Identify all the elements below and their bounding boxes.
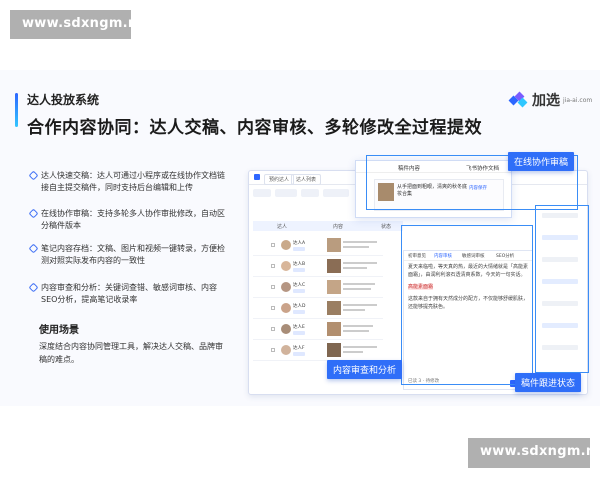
- kol-tag: [293, 247, 305, 251]
- kol-tag: [293, 331, 305, 335]
- avatar: [281, 303, 291, 313]
- highlight-frame: [535, 205, 589, 373]
- kol-name: 达人E: [293, 325, 305, 330]
- callout-content-review: 内容审查和分析: [327, 360, 403, 379]
- table-header: 达人 内容 状态: [253, 221, 403, 231]
- feature-text: 笔记内容存档：文稿、图片和视频一键转录，方便检测对照实际发布内容的一致性: [41, 244, 225, 265]
- tab-appointment[interactable]: 预约达人: [264, 174, 295, 185]
- text-line: [343, 346, 377, 348]
- post-thumbnail: [327, 238, 341, 252]
- avatar: [281, 324, 291, 334]
- feature-text: 内容审查和分析：关键词查错、敏感词审核、内容SEO分析，提高笔记收录率: [41, 283, 217, 304]
- feature-text: 在线协作审稿：支持多轮多人协作审批修改，自动区分稿件版本: [41, 209, 225, 230]
- column-header: 状态: [381, 224, 392, 230]
- tab-kol-list[interactable]: 达人列表: [291, 174, 322, 185]
- text-line: [343, 288, 371, 290]
- callout-tracking: 稿件跟进状态: [515, 373, 582, 392]
- text-line: [343, 309, 365, 311]
- row-checkbox[interactable]: [271, 348, 275, 352]
- highlight-frame: [401, 225, 533, 385]
- app-logo-icon: [254, 174, 260, 180]
- avatar: [281, 240, 291, 250]
- kol-name: 达人D: [293, 304, 306, 309]
- text-line: [343, 304, 377, 306]
- table-row[interactable]: 达人F: [253, 340, 383, 361]
- filter-chip[interactable]: [301, 189, 319, 197]
- feature-text: 达人快速交稿：达人可通过小程序或在线协作文档链接自主提交稿件，同时支持后台编辑和…: [41, 171, 225, 192]
- watermark-top: www.sdxngm.net: [10, 10, 153, 39]
- text-line: [343, 267, 367, 269]
- text-line: [343, 241, 377, 243]
- filter-chip[interactable]: [323, 189, 349, 197]
- text-line: [343, 325, 373, 327]
- kol-name: 达人C: [293, 283, 306, 288]
- avatar: [281, 282, 291, 292]
- page-title: 合作内容协同：达人交稿、内容审核、多轮修改全过程提效: [27, 118, 482, 138]
- watermark-bottom: www.sdxngm.net: [468, 438, 600, 468]
- text-line: [343, 246, 369, 248]
- table-row[interactable]: 达人E: [253, 319, 383, 340]
- feature-item: 在线协作审稿：支持多轮多人协作审批修改，自动区分稿件版本: [28, 208, 230, 232]
- kol-tag: [293, 289, 305, 293]
- row-checkbox[interactable]: [271, 243, 275, 247]
- post-thumbnail: [327, 280, 341, 294]
- table-body: 达人A 达人B 达人C 达人D 达人E 达人F: [253, 235, 383, 361]
- kol-tag: [293, 310, 305, 314]
- brand-logo-icon: [508, 91, 528, 108]
- post-thumbnail: [327, 322, 341, 336]
- filter-chip[interactable]: [253, 189, 271, 197]
- callout-online-review: 在线协作审稿: [508, 152, 575, 171]
- row-checkbox[interactable]: [271, 264, 275, 268]
- feature-item: 达人快速交稿：达人可通过小程序或在线协作文档链接自主提交稿件，同时支持后台编辑和…: [28, 170, 230, 194]
- avatar: [281, 345, 291, 355]
- table-row[interactable]: 达人A: [253, 235, 383, 256]
- post-thumbnail: [327, 301, 341, 315]
- screenshot-stage: www.sdxngm.net 达人投放系统 合作内容协同：达人交稿、内容审核、多…: [0, 0, 600, 480]
- table-row[interactable]: 达人D: [253, 298, 383, 319]
- section-title: 达人投放系统: [27, 93, 100, 107]
- column-header: 达人: [277, 224, 288, 230]
- kol-name: 达人A: [293, 241, 306, 246]
- row-checkbox[interactable]: [271, 285, 275, 289]
- kol-tag: [293, 268, 305, 272]
- usage-description: 深度结合内容协同管理工具，解决达人交稿、品牌审稿的难点。: [39, 342, 223, 364]
- title-accent-bar: [15, 93, 18, 127]
- post-thumbnail: [327, 259, 341, 273]
- text-line: [343, 330, 369, 332]
- text-line: [343, 283, 375, 285]
- column-header: 内容: [333, 224, 344, 230]
- feature-item: 笔记内容存档：文稿、图片和视频一键转录，方便检测对照实际发布内容的一致性: [28, 243, 230, 267]
- table-row[interactable]: 达人B: [253, 256, 383, 277]
- avatar: [281, 261, 291, 271]
- filter-chip[interactable]: [275, 189, 297, 197]
- post-thumbnail: [327, 343, 341, 357]
- kol-name: 达人F: [293, 346, 305, 351]
- usage-title: 使用场景: [39, 325, 79, 336]
- text-line: [343, 262, 377, 264]
- table-row[interactable]: 达人C: [253, 277, 383, 298]
- brand-logo: 加选 jia-ai.com: [508, 90, 593, 110]
- feature-item: 内容审查和分析：关键词查错、敏感词审核、内容SEO分析，提高笔记收录率: [28, 282, 230, 306]
- brand-name: 加选: [532, 93, 560, 109]
- text-line: [343, 351, 363, 353]
- kol-name: 达人B: [293, 262, 306, 267]
- kol-tag: [293, 352, 305, 356]
- row-checkbox[interactable]: [271, 327, 275, 331]
- brand-domain: jia-ai.com: [563, 96, 593, 104]
- row-checkbox[interactable]: [271, 306, 275, 310]
